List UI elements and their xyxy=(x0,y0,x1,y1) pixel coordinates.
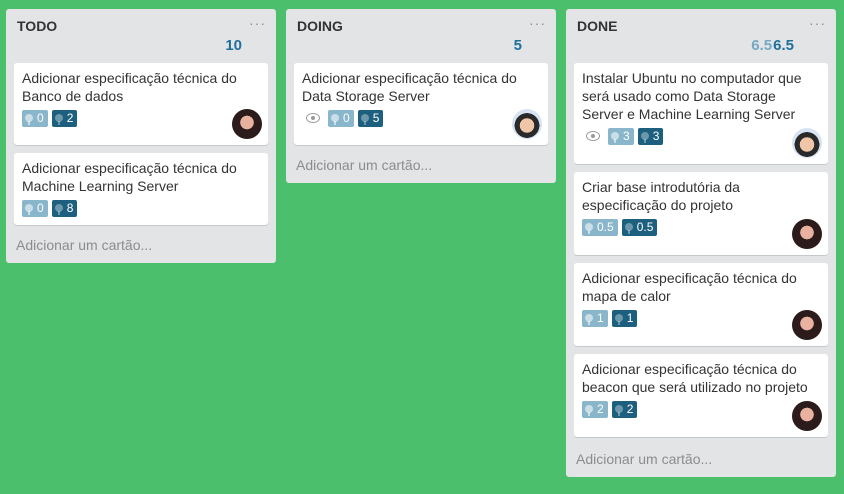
done-value: 5 xyxy=(372,111,380,125)
card-badges: 0.5 0.5 xyxy=(582,218,820,236)
points-done: 5 xyxy=(513,37,522,54)
card-title: Adicionar especificação técnica do beaco… xyxy=(582,361,808,395)
card-badges: 1 1 xyxy=(582,309,820,327)
card-badges: 0 8 xyxy=(22,199,260,217)
done-badge: 1 xyxy=(611,309,638,327)
card[interactable]: Instalar Ubuntu no computador que será u… xyxy=(574,63,828,164)
list-todo: TODO ··· 10 Adicionar especificação técn… xyxy=(6,9,276,263)
done-badge: 3 xyxy=(637,127,664,145)
estimate-badge: 0.5 xyxy=(582,218,618,236)
list-menu-icon[interactable]: ··· xyxy=(249,15,266,31)
add-card-button[interactable]: Adicionar um cartão... xyxy=(14,233,268,263)
add-card-button[interactable]: Adicionar um cartão... xyxy=(574,445,828,477)
card-badges: 2 2 xyxy=(582,400,820,418)
bulb-icon xyxy=(624,223,633,234)
list-menu-icon[interactable]: ··· xyxy=(809,15,826,31)
done-badge: 0.5 xyxy=(621,218,658,236)
bulb-icon xyxy=(585,223,593,234)
avatar[interactable] xyxy=(792,128,822,158)
list-header: DOING ··· 5 xyxy=(294,9,548,63)
done-value: 3 xyxy=(652,129,660,143)
estimate-value: 3 xyxy=(623,129,630,143)
bulb-icon xyxy=(585,405,593,416)
list-title[interactable]: TODO xyxy=(17,18,57,34)
avatar[interactable] xyxy=(512,109,542,139)
avatar[interactable] xyxy=(792,219,822,249)
card-badges: 3 3 xyxy=(582,127,820,145)
done-value: 2 xyxy=(626,402,634,416)
done-badge: 8 xyxy=(51,199,78,217)
card-title: Instalar Ubuntu no computador que será u… xyxy=(582,70,802,122)
list-header: TODO ··· 10 xyxy=(14,9,268,63)
done-badge: 2 xyxy=(611,400,638,418)
list-done: DONE ··· 6.56.5 Instalar Ubuntu no compu… xyxy=(566,9,836,477)
bulb-icon xyxy=(360,114,369,125)
done-value: 2 xyxy=(66,111,74,125)
list-title[interactable]: DOING xyxy=(297,18,343,34)
estimate-value: 0 xyxy=(343,111,350,125)
done-badge: 5 xyxy=(357,109,384,127)
avatar[interactable] xyxy=(232,109,262,139)
bulb-icon xyxy=(54,204,63,215)
bulb-icon xyxy=(54,114,63,125)
card[interactable]: Adicionar especificação técnica do Banco… xyxy=(14,63,268,145)
card[interactable]: Adicionar especificação técnica do mapa … xyxy=(574,263,828,346)
bulb-icon xyxy=(25,114,33,125)
card-title: Adicionar especificação técnica do Banco… xyxy=(22,70,237,104)
card[interactable]: Adicionar especificação técnica do Data … xyxy=(294,63,548,145)
bulb-icon xyxy=(331,114,339,125)
list-points: 5 xyxy=(514,37,522,54)
done-value: 0.5 xyxy=(636,220,654,234)
card[interactable]: Adicionar especificação técnica do beaco… xyxy=(574,354,828,437)
card[interactable]: Criar base introdutória da especificação… xyxy=(574,172,828,255)
estimate-value: 0 xyxy=(37,111,44,125)
card-title: Criar base introdutória da especificação… xyxy=(582,179,740,213)
done-badge: 2 xyxy=(51,109,78,127)
list-points: 10 xyxy=(225,37,242,54)
estimate-badge: 2 xyxy=(582,400,608,418)
bulb-icon xyxy=(25,204,33,215)
card[interactable]: Adicionar especificação técnica do Machi… xyxy=(14,153,268,225)
avatar[interactable] xyxy=(792,310,822,340)
estimate-badge: 0 xyxy=(328,109,354,127)
estimate-badge: 3 xyxy=(608,127,634,145)
estimate-value: 1 xyxy=(597,311,604,325)
estimate-badge: 0 xyxy=(22,109,48,127)
points-estimate: 6.5 xyxy=(751,37,773,54)
estimate-value: 2 xyxy=(597,402,604,416)
card-title: Adicionar especificação técnica do mapa … xyxy=(582,270,797,304)
points-done: 10 xyxy=(225,37,242,54)
points-done: 6.5 xyxy=(773,37,794,54)
list-menu-icon[interactable]: ··· xyxy=(529,15,546,31)
bulb-icon xyxy=(585,314,593,325)
add-card-button[interactable]: Adicionar um cartão... xyxy=(294,153,548,183)
bulb-icon xyxy=(611,132,619,143)
done-value: 1 xyxy=(626,311,634,325)
bulb-icon xyxy=(614,405,623,416)
estimate-value: 0 xyxy=(37,201,44,215)
bulb-icon xyxy=(640,132,649,143)
estimate-badge: 0 xyxy=(22,199,48,217)
watch-eye-icon xyxy=(306,113,320,123)
avatar[interactable] xyxy=(792,401,822,431)
list-title[interactable]: DONE xyxy=(577,18,617,34)
estimate-badge: 1 xyxy=(582,309,608,327)
card-badges: 0 5 xyxy=(302,109,540,127)
estimate-value: 0.5 xyxy=(597,220,614,234)
card-title: Adicionar especificação técnica do Data … xyxy=(302,70,517,104)
card-badges: 0 2 xyxy=(22,109,260,127)
bulb-icon xyxy=(614,314,623,325)
list-points: 6.56.5 xyxy=(751,37,794,54)
list-header: DONE ··· 6.56.5 xyxy=(574,9,828,63)
watch-eye-icon xyxy=(586,131,600,141)
card-title: Adicionar especificação técnica do Machi… xyxy=(22,160,237,194)
done-value: 8 xyxy=(66,201,74,215)
list-doing: DOING ··· 5 Adicionar especificação técn… xyxy=(286,9,556,183)
